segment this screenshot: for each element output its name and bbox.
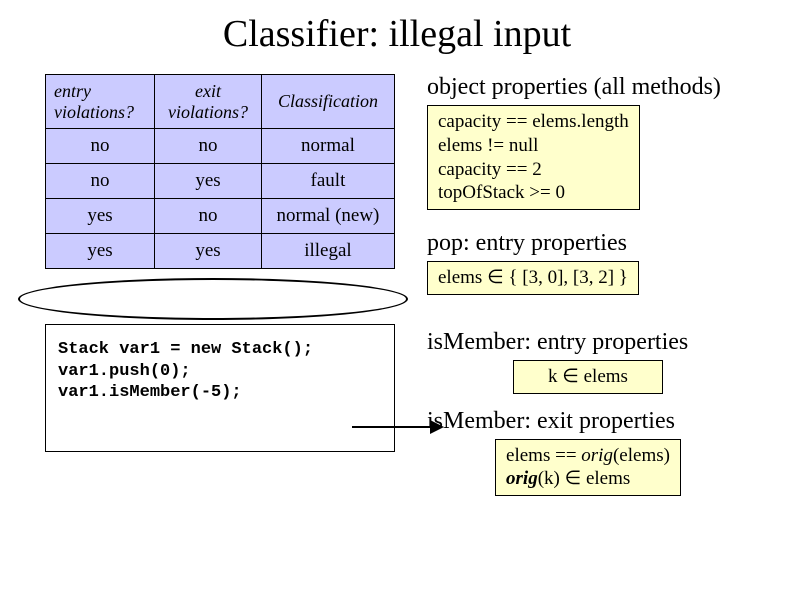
ismember-exit-head: isMember: exit properties: [427, 408, 749, 435]
code-box: Stack var1 = new Stack(); var1.push(0); …: [45, 324, 395, 452]
table-header-row: entry violations? exit violations? Class…: [46, 75, 395, 129]
table-row: yes yes illegal: [46, 234, 395, 269]
header-entry-line2: violations?: [54, 102, 134, 122]
prop-line: capacity == 2: [438, 159, 542, 180]
ismember-exit-box: elems == orig(elems) orig(k) ∈ elems: [495, 439, 681, 497]
exit-line1-a: elems ==: [506, 445, 581, 466]
exit-line2-b: elems: [581, 468, 630, 489]
header-exit-line2: violations?: [168, 102, 248, 122]
cell: yes: [46, 199, 155, 234]
cell: yes: [155, 164, 262, 199]
element-of-icon: ∈: [565, 468, 582, 489]
element-of-icon: ∈: [562, 366, 579, 387]
pop-entry-box: elems ∈ { [3, 0], [3, 2] }: [427, 261, 639, 295]
object-properties-box: capacity == elems.length elems != null c…: [427, 105, 640, 210]
table-row: no no normal: [46, 129, 395, 164]
header-exit-line1: exit: [195, 81, 221, 101]
object-properties-head: object properties (all methods): [427, 74, 749, 101]
header-exit: exit violations?: [155, 75, 262, 129]
pop-entry-head: pop: entry properties: [427, 230, 749, 257]
code-line: var1.push(0);: [58, 362, 191, 381]
code-line: Stack var1 = new Stack();: [58, 340, 313, 359]
code-line: var1.isMember(-5);: [58, 383, 242, 402]
cell: no: [155, 129, 262, 164]
cell: normal: [261, 129, 394, 164]
cell: yes: [46, 234, 155, 269]
ismember-entry-head: isMember: entry properties: [427, 329, 749, 356]
cell: fault: [261, 164, 394, 199]
elems-text: elems: [579, 366, 628, 387]
slide-title: Classifier: illegal input: [45, 12, 749, 56]
classification-table: entry violations? exit violations? Class…: [45, 74, 395, 269]
exit-line2-a: (k): [538, 468, 565, 489]
left-column: entry violations? exit violations? Class…: [45, 74, 395, 496]
cell: no: [46, 164, 155, 199]
ismember-entry-box: k ∈ elems: [513, 360, 663, 394]
prop-line: capacity == elems.length: [438, 111, 629, 132]
cell: yes: [155, 234, 262, 269]
prop-line: topOfStack >= 0: [438, 182, 565, 203]
cell: no: [46, 129, 155, 164]
header-entry-line1: entry: [54, 81, 91, 101]
table-row: no yes fault: [46, 164, 395, 199]
table-row: yes no normal (new): [46, 199, 395, 234]
right-column: object properties (all methods) capacity…: [427, 74, 749, 496]
cell: normal (new): [261, 199, 394, 234]
prop-line: elems != null: [438, 135, 538, 156]
header-classification: Classification: [261, 75, 394, 129]
content-columns: entry violations? exit violations? Class…: [45, 74, 749, 496]
k-text: k: [548, 366, 562, 387]
slide: Classifier: illegal input entry violatio…: [0, 0, 794, 595]
header-entry: entry violations?: [46, 75, 155, 129]
orig-keyword-bold: orig: [506, 468, 538, 489]
cell: illegal: [261, 234, 394, 269]
cell: no: [155, 199, 262, 234]
orig-keyword: orig: [581, 445, 613, 466]
exit-line1-b: (elems): [613, 445, 670, 466]
